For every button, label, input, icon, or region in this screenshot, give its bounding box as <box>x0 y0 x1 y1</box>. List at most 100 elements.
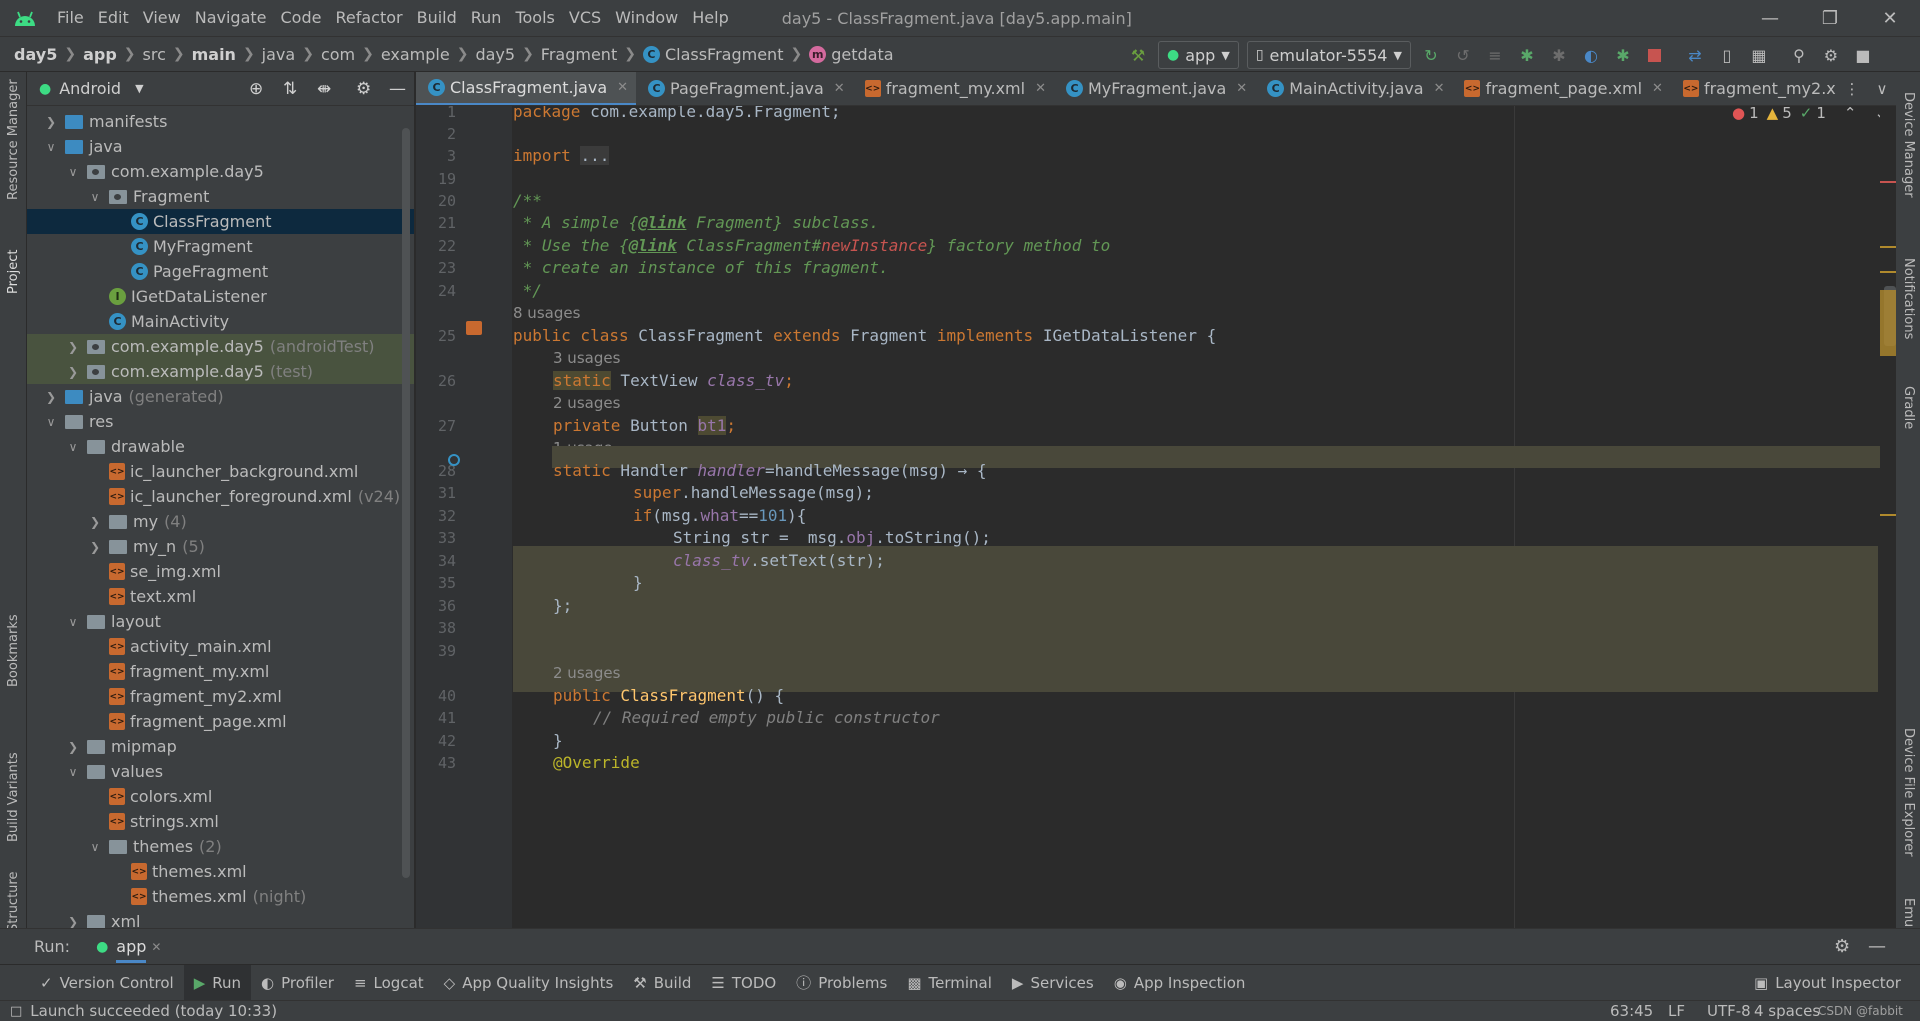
chevron-down-icon[interactable]: ∨ <box>43 140 59 154</box>
resource-manager-tab[interactable]: Resource Manager <box>6 79 21 200</box>
hammer-icon[interactable]: ⚒ <box>1126 43 1150 67</box>
caret-position[interactable]: 63:45 <box>1610 1002 1653 1020</box>
highlight-marker[interactable] <box>1880 290 1896 356</box>
editor-tab[interactable]: C ClassFragment.java ✕ <box>416 72 637 105</box>
chevron-down-icon[interactable]: ▼ <box>135 82 143 95</box>
chevron-down-icon[interactable]: ∨ <box>65 765 81 779</box>
tree-item[interactable]: C PageFragment <box>27 259 414 284</box>
line-separator[interactable]: LF <box>1668 1002 1685 1020</box>
warning-marker[interactable] <box>1880 514 1896 516</box>
tree-item[interactable]: <> ic_launcher_background.xml <box>27 459 414 484</box>
chevron-down-icon[interactable]: ∨ <box>1877 80 1888 98</box>
tree-item[interactable]: ❯ mipmap <box>27 734 414 759</box>
usages-hint[interactable]: 2 usages <box>553 394 620 412</box>
settings-gear-icon[interactable]: ⚙ <box>1819 43 1843 67</box>
close-tab-icon[interactable]: ✕ <box>617 80 628 95</box>
breadcrumb-item[interactable]: app <box>83 45 117 64</box>
tree-item[interactable]: I IGetDataListener <box>27 284 414 309</box>
breadcrumb-item[interactable]: main <box>192 45 236 64</box>
chevron-right-icon[interactable]: ❯ <box>87 515 103 529</box>
warning-marker[interactable] <box>1880 246 1896 248</box>
sdk-manager-icon[interactable]: ▦ <box>1747 43 1771 67</box>
usages-hint[interactable]: 8 usages <box>513 304 580 322</box>
close-tab-icon[interactable]: ✕ <box>1035 81 1046 96</box>
breadcrumb-item[interactable]: java <box>262 45 296 64</box>
menu-tools[interactable]: Tools <box>508 0 561 36</box>
menu-code[interactable]: Code <box>274 0 329 36</box>
logcat-tool[interactable]: ≡ Logcat <box>344 965 434 1001</box>
notifications-tab[interactable]: Notifications <box>1901 258 1916 339</box>
warning-marker[interactable] <box>1880 271 1896 273</box>
close-tab-icon[interactable]: ✕ <box>1652 81 1663 96</box>
device-manager-tab[interactable]: Device Manager <box>1901 92 1916 198</box>
problems-tool[interactable]: ⓘ Problems <box>786 965 897 1001</box>
layout-inspector-tool[interactable]: ▣ Layout Inspector <box>1744 965 1911 1001</box>
close-tab-icon[interactable]: ✕ <box>834 81 845 96</box>
options-gear-icon[interactable]: ⚙ <box>356 79 371 99</box>
menu-window[interactable]: Window <box>608 0 685 36</box>
run-config-tab[interactable]: app <box>116 937 147 963</box>
close-tab-icon[interactable]: ✕ <box>1236 81 1247 96</box>
chevron-right-icon[interactable]: ❯ <box>65 915 81 929</box>
hide-panel-icon[interactable]: — <box>1868 936 1886 957</box>
hide-panel-icon[interactable]: — <box>389 79 406 99</box>
attach-debugger-process-icon[interactable]: ✱ <box>1611 43 1635 67</box>
device-file-explorer-tab[interactable]: Device File Explorer <box>1901 728 1916 857</box>
chevron-down-icon[interactable]: ∨ <box>65 615 81 629</box>
debug-icon[interactable]: ✱ <box>1515 43 1539 67</box>
chevron-down-icon[interactable]: ∨ <box>65 440 81 454</box>
profiler-tool[interactable]: ◐ Profiler <box>251 965 344 1001</box>
menu-edit[interactable]: Edit <box>91 0 136 36</box>
more-tabs-icon[interactable]: ⋮ <box>1845 80 1860 98</box>
apply-changes-icon[interactable]: ↺ <box>1451 43 1475 67</box>
breadcrumb-item[interactable]: com <box>321 45 355 64</box>
attach-debugger-icon[interactable]: ✱ <box>1547 43 1571 67</box>
locate-icon[interactable]: ⊕ <box>249 79 263 99</box>
close-icon[interactable]: ✕ <box>151 940 161 954</box>
rerun-icon[interactable]: ↻ <box>1419 43 1443 67</box>
tree-item[interactable]: ❯ java (generated) <box>27 384 414 409</box>
chevron-down-icon[interactable]: ∨ <box>87 190 103 204</box>
menu-run[interactable]: Run <box>464 0 509 36</box>
tree-item[interactable]: <> ic_launcher_foreground.xml (v24) <box>27 484 414 509</box>
profile-icon[interactable]: ◐ <box>1579 43 1603 67</box>
file-encoding[interactable]: UTF-8 <box>1707 1002 1751 1020</box>
tree-item[interactable]: ❯ xml <box>27 909 414 928</box>
implements-gutter-icon[interactable] <box>466 321 482 335</box>
apply-code-changes-icon[interactable]: ≡ <box>1483 43 1507 67</box>
project-scrollbar[interactable] <box>402 128 410 878</box>
inspection-widget[interactable]: ●1 ▲5 ✓1 ⌃ ⌄ <box>1732 106 1887 122</box>
structure-tab[interactable]: Structure <box>6 872 21 932</box>
tree-item[interactable]: C MainActivity <box>27 309 414 334</box>
run-configuration-dropdown[interactable]: ● app ▼ <box>1158 41 1239 69</box>
close-window-button[interactable]: ✕ <box>1860 0 1920 36</box>
build-variants-tab[interactable]: Build Variants <box>6 752 21 842</box>
run-tool[interactable]: ▶ Run <box>183 964 252 1001</box>
code-editor[interactable]: 1 2 3 19 20 21 22 23 24 25 26 27 28 31 32 33 34 35 36 38 39 4… <box>416 106 1896 928</box>
tree-item[interactable]: ∨ java <box>27 134 414 159</box>
lambda-gutter-icon[interactable] <box>448 454 460 466</box>
device-dropdown[interactable]: ▯ emulator-5554 ▼ <box>1246 41 1411 69</box>
tree-item[interactable]: ∨ res <box>27 409 414 434</box>
tree-item[interactable]: <> fragment_page.xml <box>27 709 414 734</box>
breadcrumb-item[interactable]: day5 <box>475 45 515 64</box>
breadcrumb-item[interactable]: src <box>143 45 166 64</box>
tree-item[interactable]: ❯ my (4) <box>27 509 414 534</box>
tree-item[interactable]: <> text.xml <box>27 584 414 609</box>
app-quality-insights-tool[interactable]: ◇ App Quality Insights <box>434 965 624 1001</box>
settings-gear-icon[interactable]: ⚙ <box>1834 936 1850 957</box>
breadcrumb-item[interactable]: example <box>381 45 450 64</box>
status-message[interactable]: Launch succeeded (today 10:33) <box>30 1002 277 1020</box>
breadcrumb-item[interactable]: Fragment <box>541 45 617 64</box>
tree-item[interactable]: <> se_img.xml <box>27 559 414 584</box>
tree-item[interactable]: <> fragment_my2.xml <box>27 684 414 709</box>
editor-tab[interactable]: C MainActivity.java ✕ <box>1255 72 1452 105</box>
tree-item[interactable]: <> fragment_my.xml <box>27 659 414 684</box>
chevron-right-icon[interactable]: ❯ <box>87 540 103 554</box>
menu-refactor[interactable]: Refactor <box>328 0 409 36</box>
tree-item[interactable]: <> themes.xml <box>27 859 414 884</box>
collapse-all-icon[interactable]: ⇼ <box>317 79 331 99</box>
tree-item[interactable]: C MyFragment <box>27 234 414 259</box>
bookmarks-tab[interactable]: Bookmarks <box>6 614 21 687</box>
breadcrumb-item[interactable]: getdata <box>831 45 893 64</box>
